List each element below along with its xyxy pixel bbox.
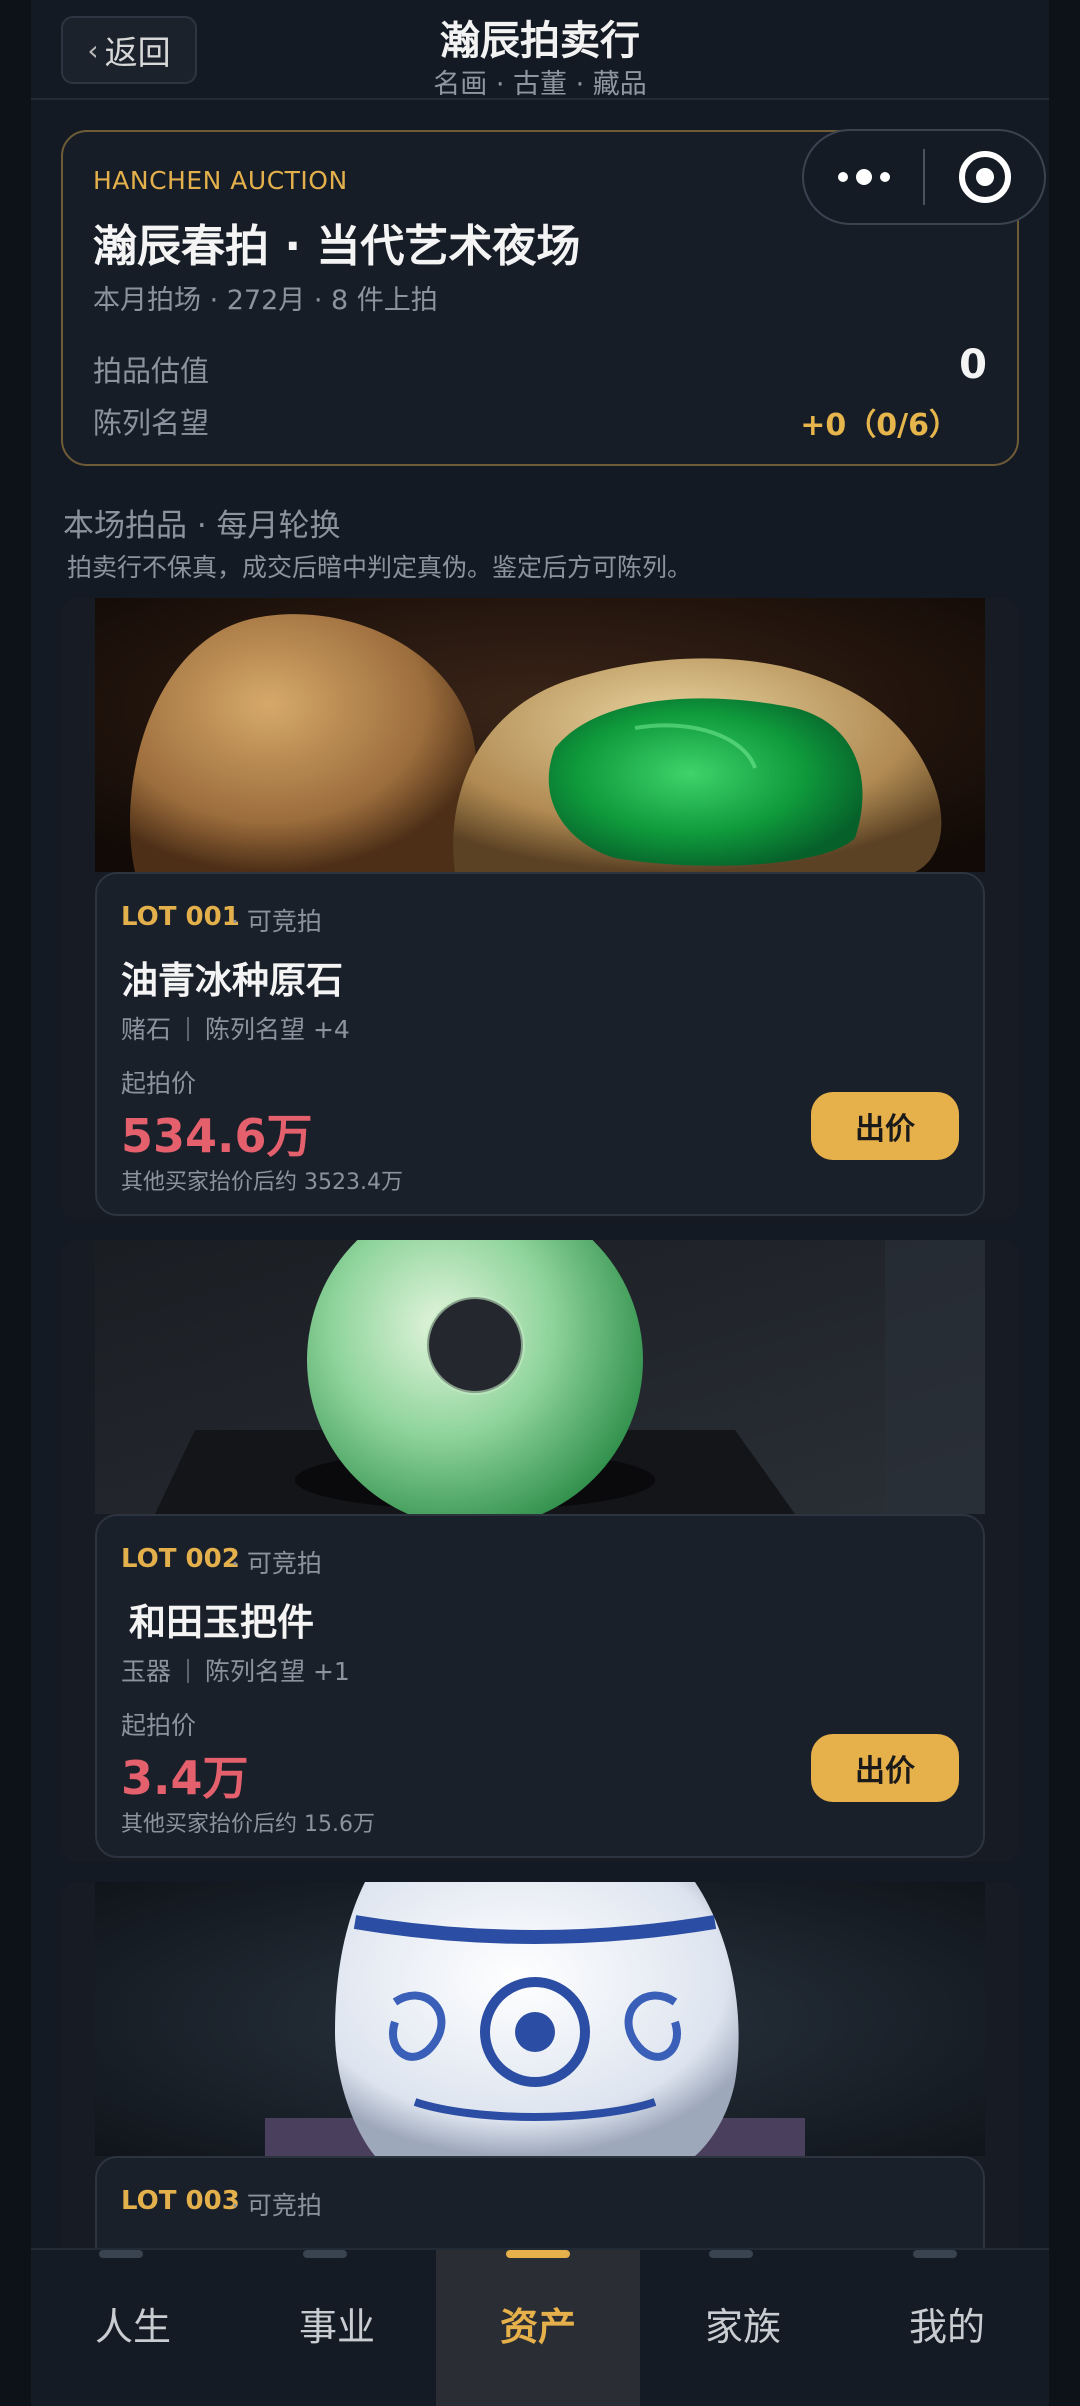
tab-indicator — [99, 2250, 143, 2258]
start-price: 3.4万 — [121, 1751, 249, 1805]
auction-name: 瀚辰春拍 · 当代艺术夜场 — [93, 221, 581, 272]
close-miniprogram-icon[interactable] — [925, 151, 1044, 203]
tab-life[interactable]: 人生 — [31, 2250, 235, 2406]
start-price-label: 起拍价 — [121, 1711, 197, 1740]
tab-indicator — [303, 2250, 347, 2258]
reputation-bonus: 陈列名望 +1 — [205, 1657, 350, 1686]
page-subtitle: 名画 · 古董 · 藏品 — [433, 69, 647, 100]
lot-info: LOT 002 · 可竞拍 和田玉把件 玉器 陈列名望 +1 起拍价 3.4万 其… — [95, 1514, 985, 1858]
lot-card: LOT 001 · 可竞拍 油青冰种原石 赌石 陈列名望 +4 起拍价 534.6… — [61, 598, 1019, 1220]
lot-category: 玉器 陈列名望 +1 — [121, 1652, 350, 1688]
estimate-label: 拍品估值 — [93, 354, 210, 388]
tab-label: 我的 — [908, 2305, 985, 2349]
bottom-tab-bar: 人生 事业 资产 家族 我的 — [31, 2248, 1049, 2406]
lot-name: 和田玉把件 — [129, 1601, 314, 1644]
start-price-label: 起拍价 — [121, 1069, 197, 1098]
app-root: ‹ 返回 瀚辰拍卖行 名画 · 古董 · 藏品 HANCHEN AUCTION … — [31, 0, 1049, 2406]
tab-indicator — [709, 2250, 753, 2258]
start-price: 534.6万 — [121, 1109, 313, 1163]
lot-number: LOT 001 — [121, 902, 240, 932]
lot-name: 油青冰种原石 — [121, 959, 343, 1002]
lot-status: · 可竞拍 — [231, 1549, 322, 1578]
auction-house-tag: HANCHEN AUCTION — [93, 166, 348, 195]
miniprogram-capsule — [802, 129, 1046, 225]
tab-career[interactable]: 事业 — [235, 2250, 439, 2406]
tab-indicator — [506, 2250, 570, 2258]
tab-label: 事业 — [298, 2305, 375, 2349]
section-title: 本场拍品 · 每月轮换 — [63, 508, 341, 544]
other-bid-note: 其他买家抬价后约 3523.4万 — [121, 1170, 403, 1195]
tab-assets[interactable]: 资产 — [436, 2250, 640, 2406]
reputation-bonus: 陈列名望 +4 — [205, 1015, 350, 1044]
reputation-value: +0（0/6） — [800, 408, 959, 443]
tab-family[interactable]: 家族 — [641, 2250, 845, 2406]
tab-label: 人生 — [94, 2305, 171, 2349]
lot-category: 赌石 陈列名望 +4 — [121, 1010, 350, 1046]
other-bid-note: 其他买家抬价后约 15.6万 — [121, 1812, 375, 1837]
lot-status: · 可竞拍 — [231, 907, 322, 936]
section-note: 拍卖行不保真，成交后暗中判定真伪。鉴定后方可陈列。 — [67, 553, 693, 582]
lot-number: LOT 002 — [121, 1544, 240, 1574]
bid-button[interactable]: 出价 — [811, 1734, 959, 1802]
lot-card: LOT 002 · 可竞拍 和田玉把件 玉器 陈列名望 +1 起拍价 3.4万 其… — [61, 1240, 1019, 1862]
auction-meta: 本月拍场 · 272月 · 8 件上拍 — [93, 285, 438, 316]
lot-status: · 可竞拍 — [231, 2191, 322, 2220]
reputation-label: 陈列名望 — [93, 406, 210, 440]
category-label: 赌石 — [121, 1015, 172, 1044]
jade-raw-stone-image — [95, 598, 985, 872]
more-icon[interactable] — [804, 169, 923, 185]
tab-label: 资产 — [499, 2305, 576, 2349]
lot-info: LOT 001 · 可竞拍 油青冰种原石 赌石 陈列名望 +4 起拍价 534.6… — [95, 872, 985, 1216]
porcelain-vase-image — [95, 1882, 985, 2156]
jade-disc-image — [95, 1240, 985, 1514]
category-label: 玉器 — [121, 1657, 172, 1686]
tab-mine[interactable]: 我的 — [845, 2250, 1049, 2406]
lot-number: LOT 003 — [121, 2186, 240, 2216]
page-title: 瀚辰拍卖行 — [440, 18, 640, 64]
nav-header: ‹ 返回 瀚辰拍卖行 名画 · 古董 · 藏品 — [31, 0, 1049, 100]
estimate-value: 0 — [959, 342, 987, 388]
tab-indicator — [913, 2250, 957, 2258]
bid-button[interactable]: 出价 — [811, 1092, 959, 1160]
tab-label: 家族 — [704, 2305, 781, 2349]
